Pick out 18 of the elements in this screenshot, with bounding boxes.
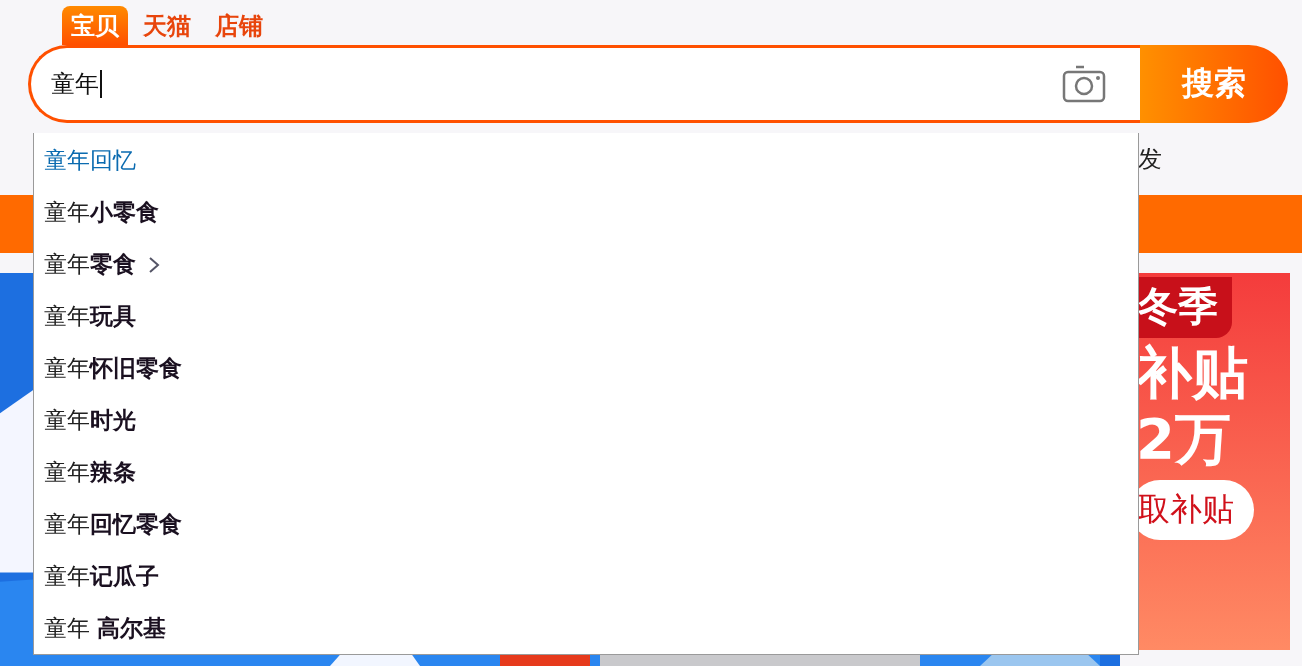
promo-text: 补贴 bbox=[1135, 342, 1248, 404]
camera-icon[interactable] bbox=[1062, 65, 1106, 103]
suggestion-item[interactable]: 童年怀旧零食 bbox=[34, 342, 188, 395]
suggestion-item[interactable]: 童年时光 bbox=[34, 394, 142, 447]
suggestion-item[interactable]: 童年小零食 bbox=[34, 186, 165, 239]
suggestion-item[interactable]: 童年玩具 bbox=[34, 290, 142, 343]
suggestion-item[interactable]: 童年辣条 bbox=[34, 446, 142, 499]
suggestion-item[interactable]: 童年记瓜子 bbox=[34, 550, 165, 603]
promo-amount: 2万 bbox=[1135, 408, 1231, 470]
search-tab[interactable]: 店铺 bbox=[206, 6, 272, 45]
suggestion-item[interactable]: 童年回忆 bbox=[34, 135, 142, 187]
suggestion-item[interactable]: 童年回忆零食 bbox=[34, 498, 188, 551]
hot-word[interactable]: 发 bbox=[1138, 143, 1162, 175]
suggestion-item[interactable]: 童年 高尔基 bbox=[34, 602, 173, 655]
chevron-right-icon bbox=[148, 255, 160, 274]
search-tab[interactable]: 天猫 bbox=[134, 6, 200, 45]
suggestion-item[interactable]: 童年零食 bbox=[34, 238, 166, 291]
search-field[interactable]: 童年 bbox=[28, 45, 1140, 123]
